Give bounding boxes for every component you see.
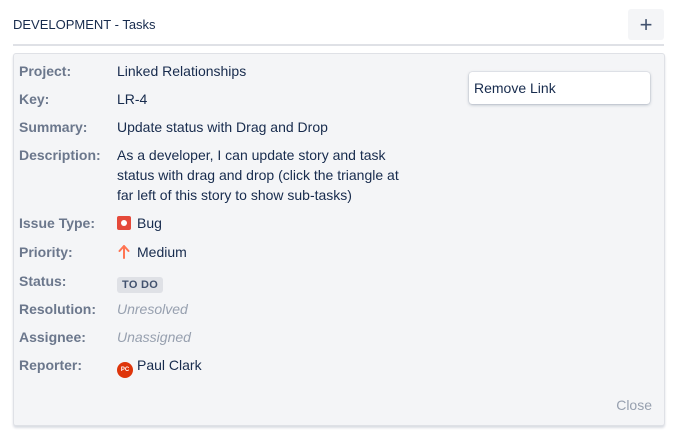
status-value: TO DO [117,273,417,293]
issue-details-card: Project: Linked Relationships Key: LR-4 … [13,53,665,426]
reporter-name[interactable]: Paul Clark [137,357,202,373]
issue-type-value: Bug [117,213,417,233]
panel-header: DEVELOPMENT - Tasks + [13,9,664,46]
priority-label: Priority: [19,244,73,260]
status-badge: TO DO [117,277,164,293]
key-label: Key: [19,91,50,107]
issue-type-label: Issue Type: [19,215,95,231]
panel-title: DEVELOPMENT - Tasks [13,17,156,32]
resolution-value: Unresolved [117,301,188,317]
description-label: Description: [19,147,101,163]
status-label: Status: [19,273,67,289]
key-value: LR-4 [117,91,148,107]
arrow-up-icon [117,244,131,264]
priority-text: Medium [137,244,187,260]
description-value: As a developer, I can update story and t… [117,147,399,203]
priority-value: Medium [117,242,417,264]
summary-value: Update status with Drag and Drop [117,119,328,135]
close-button[interactable]: Close [616,397,652,413]
project-label: Project: [19,63,72,79]
avatar: PC [117,362,133,378]
bug-icon [117,216,131,230]
assignee-value: Unassigned [117,329,191,345]
reporter-label: Reporter: [19,357,83,373]
add-button[interactable]: + [628,9,664,40]
reporter-value: PC Paul Clark [117,355,417,378]
issue-type-text: Bug [137,215,162,231]
summary-label: Summary: [19,119,88,135]
resolution-label: Resolution: [19,301,96,317]
project-value: Linked Relationships [117,63,247,79]
assignee-label: Assignee: [19,329,86,345]
remove-link-button[interactable]: Remove Link [469,72,650,104]
plus-icon: + [639,11,653,37]
